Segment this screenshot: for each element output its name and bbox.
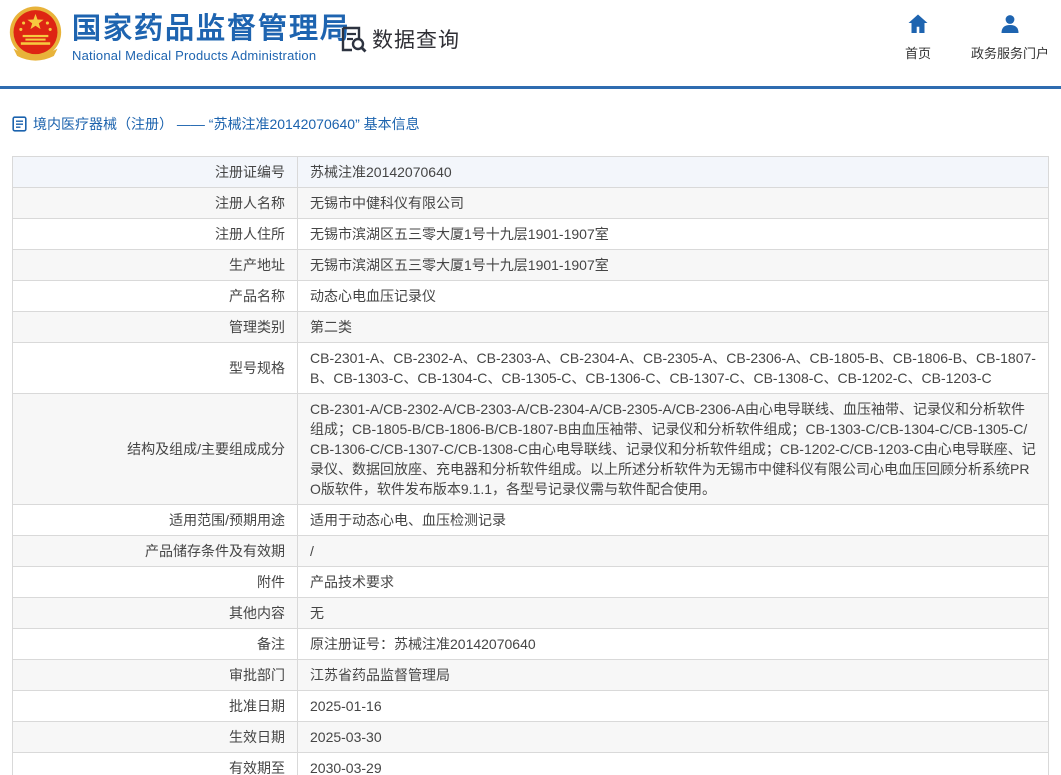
table-row: 审批部门 江苏省药品监督管理局 [12, 659, 1049, 691]
row-label: 适用范围/预期用途 [12, 504, 298, 536]
row-value: 适用于动态心电、血压检测记录 [297, 504, 1049, 536]
row-label: 型号规格 [12, 342, 298, 394]
agency-title: 国家药品监督管理局 [72, 13, 352, 45]
row-value: CB-2301-A/CB-2302-A/CB-2303-A/CB-2304-A/… [297, 393, 1049, 505]
nav-portal[interactable]: 政务服务门户 [971, 12, 1049, 62]
breadcrumb: 境内医疗器械（注册） —— “苏械注准20142070640” 基本信息 [0, 89, 1061, 147]
row-value: 无 [297, 597, 1049, 629]
breadcrumb-text: 境内医疗器械（注册） —— “苏械注准20142070640” 基本信息 [33, 116, 420, 132]
table-row: 注册证编号 苏械注准20142070640 [12, 156, 1049, 188]
home-icon [908, 14, 928, 33]
table-row: 备注 原注册证号：苏械注准20142070640 [12, 628, 1049, 660]
table-row: 产品名称 动态心电血压记录仪 [12, 280, 1049, 312]
row-label: 产品名称 [12, 280, 298, 312]
nav-portal-label: 政务服务门户 [970, 46, 1049, 61]
table-row: 注册人名称 无锡市中健科仪有限公司 [12, 187, 1049, 219]
table-row: 有效期至 2030-03-29 [12, 752, 1049, 775]
table-row: 管理类别 第二类 [12, 311, 1049, 343]
brand-block: 国家药品监督管理局 National Medical Products Admi… [72, 12, 351, 63]
user-icon [1001, 15, 1019, 33]
row-label: 生产地址 [12, 249, 298, 281]
table-row: 生效日期 2025-03-30 [12, 721, 1049, 753]
row-value: 产品技术要求 [297, 566, 1049, 598]
row-value: 苏械注准20142070640 [297, 156, 1049, 188]
nav-home-label: 首页 [904, 46, 931, 61]
row-label: 审批部门 [12, 659, 298, 691]
row-label: 附件 [12, 566, 298, 598]
row-value: 江苏省药品监督管理局 [297, 659, 1049, 691]
row-label: 生效日期 [12, 721, 298, 753]
row-label: 注册人名称 [12, 187, 298, 219]
nav-home[interactable]: 首页 [905, 12, 931, 62]
row-value: 2025-03-30 [297, 721, 1049, 753]
table-row: 结构及组成/主要组成成分 CB-2301-A/CB-2302-A/CB-2303… [12, 393, 1049, 505]
document-icon [12, 116, 27, 132]
row-label: 注册证编号 [12, 156, 298, 188]
row-label: 批准日期 [12, 690, 298, 722]
row-value: 第二类 [297, 311, 1049, 343]
data-query-section[interactable]: 数据查询 [338, 24, 460, 54]
row-label: 备注 [12, 628, 298, 660]
row-value: / [297, 535, 1049, 567]
row-value: CB-2301-A、CB-2302-A、CB-2303-A、CB-2304-A、… [297, 342, 1049, 394]
table-row: 其他内容 无 [12, 597, 1049, 629]
table-row: 型号规格 CB-2301-A、CB-2302-A、CB-2303-A、CB-23… [12, 342, 1049, 394]
data-query-label: 数据查询 [372, 29, 460, 52]
data-query-icon [341, 26, 367, 53]
row-value: 无锡市滨湖区五三零大厦1号十九层1901-1907室 [297, 218, 1049, 250]
row-label: 管理类别 [12, 311, 298, 343]
registration-info-table: 注册证编号 苏械注准20142070640 注册人名称 无锡市中健科仪有限公司 … [12, 156, 1049, 775]
row-label: 结构及组成/主要组成成分 [12, 393, 298, 505]
top-nav: 首页 政务服务门户 [905, 12, 1049, 62]
row-value: 无锡市中健科仪有限公司 [297, 187, 1049, 219]
row-value: 无锡市滨湖区五三零大厦1号十九层1901-1907室 [297, 249, 1049, 281]
national-emblem-logo [9, 6, 62, 61]
row-label: 其他内容 [12, 597, 298, 629]
table-row: 批准日期 2025-01-16 [12, 690, 1049, 722]
row-label: 产品储存条件及有效期 [12, 535, 298, 567]
agency-subtitle: National Medical Products Administration [72, 48, 317, 63]
row-value: 动态心电血压记录仪 [297, 280, 1049, 312]
table-row: 产品储存条件及有效期 / [12, 535, 1049, 567]
row-label: 有效期至 [12, 752, 298, 775]
row-value: 原注册证号：苏械注准20142070640 [297, 628, 1049, 660]
page: 国家药品监督管理局 National Medical Products Admi… [0, 0, 1061, 775]
table-row: 附件 产品技术要求 [12, 566, 1049, 598]
table-row: 注册人住所 无锡市滨湖区五三零大厦1号十九层1901-1907室 [12, 218, 1049, 250]
row-label: 注册人住所 [12, 218, 298, 250]
table-row: 生产地址 无锡市滨湖区五三零大厦1号十九层1901-1907室 [12, 249, 1049, 281]
header: 国家药品监督管理局 National Medical Products Admi… [0, 0, 1061, 89]
table-row: 适用范围/预期用途 适用于动态心电、血压检测记录 [12, 504, 1049, 536]
row-value: 2025-01-16 [297, 690, 1049, 722]
row-value: 2030-03-29 [297, 752, 1049, 775]
